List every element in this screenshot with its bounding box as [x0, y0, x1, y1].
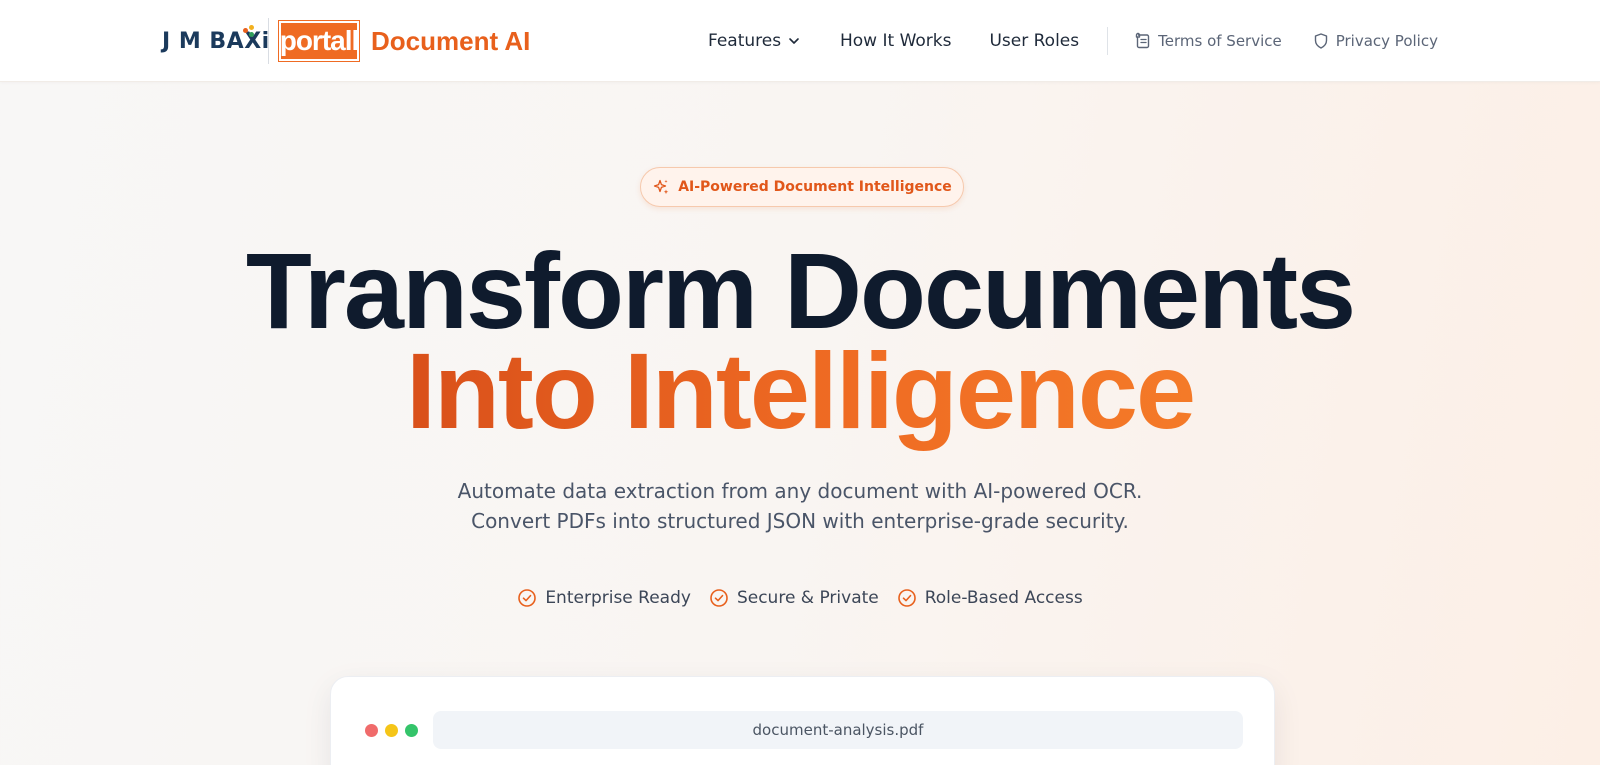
- jm-baxi-logo-dots: [243, 24, 259, 37]
- window-close-dot: [365, 724, 378, 737]
- nav-privacy-policy[interactable]: Privacy Policy: [1312, 32, 1438, 50]
- document-preview-window: document-analysis.pdf: [330, 676, 1275, 765]
- product-name: Document AI: [371, 25, 531, 56]
- jm-baxi-logo: J M BAXi: [162, 24, 269, 54]
- chevron-down-icon: [789, 38, 799, 44]
- nav-features[interactable]: Features: [708, 31, 802, 51]
- feature-enterprise-ready: Enterprise Ready: [517, 588, 691, 608]
- ai-badge-label: AI-Powered Document Intelligence: [678, 179, 952, 195]
- sparkles-icon: [654, 179, 669, 195]
- hero-subtitle-line1: Automate data extraction from any docume…: [457, 479, 1143, 503]
- hero-subtitle-line2: Convert PDFs into structured JSON with e…: [471, 509, 1129, 533]
- nav-privacy-label: Privacy Policy: [1335, 32, 1438, 50]
- scroll-document-icon: [1135, 32, 1150, 49]
- portall-logo: portall: [278, 20, 360, 62]
- main-nav: Features How It Works User Roles Terms o…: [708, 27, 1438, 55]
- feature-label: Enterprise Ready: [545, 588, 691, 608]
- window-maximize-dot: [405, 724, 418, 737]
- brand-logo-group[interactable]: J M BAXi portall Document AI: [162, 18, 530, 64]
- check-circle-icon: [897, 589, 916, 607]
- feature-secure-private: Secure & Private: [709, 588, 879, 608]
- feature-role-based-access: Role-Based Access: [897, 588, 1083, 608]
- hero-headline-line2: Into Intelligence: [0, 332, 1600, 450]
- feature-label: Role-Based Access: [924, 588, 1083, 608]
- check-circle-icon: [518, 589, 537, 607]
- check-circle-icon: [710, 589, 728, 607]
- nav-divider: [1107, 27, 1109, 55]
- nav-terms-of-service[interactable]: Terms of Service: [1134, 32, 1282, 50]
- ai-badge: AI-Powered Document Intelligence: [640, 167, 964, 207]
- hero-subtitle: Automate data extraction from any docume…: [0, 476, 1600, 536]
- hero-headline-highlight: Into Intelligence: [405, 330, 1196, 451]
- filename-bar: document-analysis.pdf: [433, 711, 1243, 749]
- top-navbar: J M BAXi portall Document AI Features Ho…: [0, 0, 1600, 82]
- window-minimize-dot: [385, 724, 398, 737]
- nav-features-label: Features: [708, 31, 782, 51]
- nav-terms-label: Terms of Service: [1158, 32, 1282, 50]
- feature-label: Secure & Private: [736, 588, 879, 608]
- shield-icon: [1314, 33, 1327, 49]
- nav-user-roles[interactable]: User Roles: [989, 31, 1079, 51]
- nav-how-it-works[interactable]: How It Works: [840, 31, 951, 51]
- feature-highlights: Enterprise Ready Secure & Private Role-B…: [0, 588, 1600, 608]
